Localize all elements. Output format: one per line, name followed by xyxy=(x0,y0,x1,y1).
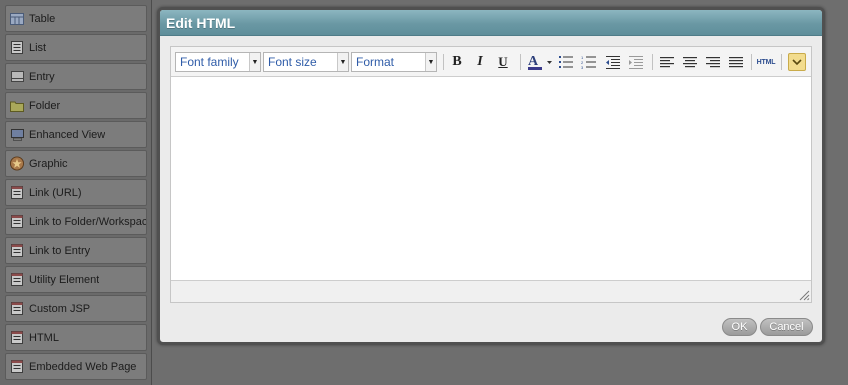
font-family-select[interactable]: Font family ▼ xyxy=(175,52,261,72)
svg-text:A: A xyxy=(528,54,539,69)
align-left-button[interactable] xyxy=(657,52,677,72)
palette-item-folder[interactable]: Folder xyxy=(5,92,147,119)
text-color-button[interactable]: A xyxy=(525,52,555,72)
underline-button[interactable]: U xyxy=(493,52,513,72)
utility-element-icon xyxy=(10,273,24,287)
align-justify-icon xyxy=(729,56,743,67)
ok-button[interactable]: OK xyxy=(722,318,757,336)
entry-icon xyxy=(10,70,24,84)
graphic-icon xyxy=(10,156,24,171)
editor-toolbar: Font family ▼ Font size ▼ Format ▼ B I U xyxy=(171,47,811,77)
palette-item-label: HTML xyxy=(29,331,59,344)
italic-button[interactable]: I xyxy=(470,52,490,72)
indent-button[interactable] xyxy=(626,52,646,72)
link-folder-icon xyxy=(10,215,24,229)
format-select[interactable]: Format ▼ xyxy=(351,52,437,72)
toolbar-separator xyxy=(520,54,521,70)
palette-item-entry[interactable]: Entry xyxy=(5,63,147,90)
align-justify-button[interactable] xyxy=(726,52,746,72)
chevron-down-icon xyxy=(792,58,802,65)
chevron-down-icon: ▼ xyxy=(249,53,260,71)
palette-item-graphic[interactable]: Graphic xyxy=(5,150,147,177)
palette-item-link-entry[interactable]: Link to Entry xyxy=(5,237,147,264)
palette-item-label: List xyxy=(29,41,47,54)
align-center-icon xyxy=(683,56,697,67)
bold-button[interactable]: B xyxy=(447,52,467,72)
underline-label: U xyxy=(498,54,508,69)
bold-label: B xyxy=(452,54,462,69)
palette-item-label: Custom JSP xyxy=(29,302,91,315)
html-element-icon xyxy=(10,331,24,345)
html-source-label: HTML xyxy=(756,58,776,66)
chevron-down-icon: ▼ xyxy=(425,53,436,71)
outdent-icon xyxy=(606,56,620,69)
html-edit-area[interactable] xyxy=(171,78,811,281)
resize-grip-icon[interactable] xyxy=(798,289,810,301)
toolbar-separator xyxy=(781,54,782,70)
palette-item-label: Entry xyxy=(29,70,55,83)
align-right-icon xyxy=(706,56,720,67)
link-url-icon xyxy=(10,186,24,200)
align-center-button[interactable] xyxy=(680,52,700,72)
align-right-button[interactable] xyxy=(703,52,723,72)
palette-item-label: Graphic xyxy=(29,157,68,170)
palette-item-embedded-web-page[interactable]: Embedded Web Page xyxy=(5,353,147,380)
toolbar-separator xyxy=(652,54,653,70)
chevron-down-icon: ▼ xyxy=(337,53,348,71)
html-source-button[interactable]: HTML xyxy=(755,52,777,72)
palette-item-custom-jsp[interactable]: Custom JSP xyxy=(5,295,147,322)
font-size-value: Font size xyxy=(268,55,317,69)
numbered-list-icon: 1 2 3 xyxy=(581,55,596,69)
palette-item-label: Link (URL) xyxy=(29,186,82,199)
embedded-web-page-icon xyxy=(10,360,24,374)
palette-item-label: Link to Folder/Workspace xyxy=(29,215,146,228)
palette-item-enhanced-view[interactable]: Enhanced View xyxy=(5,121,147,148)
palette-item-label: Link to Entry xyxy=(29,244,91,257)
bullet-list-button[interactable] xyxy=(556,52,576,72)
dialog-title: Edit HTML xyxy=(166,14,236,31)
dialog-header[interactable]: Edit HTML xyxy=(160,10,822,36)
toolbar-separator xyxy=(751,54,752,70)
svg-text:3: 3 xyxy=(581,65,584,69)
cancel-button[interactable]: Cancel xyxy=(760,318,813,336)
toolbar-toggle-button[interactable] xyxy=(788,53,806,71)
text-color-icon: A xyxy=(528,54,552,70)
editor-statusbar xyxy=(171,280,811,302)
font-family-value: Font family xyxy=(180,55,239,69)
palette-item-label: Folder xyxy=(29,99,61,112)
folder-icon xyxy=(10,99,24,113)
italic-label: I xyxy=(477,54,483,69)
custom-jsp-icon xyxy=(10,302,24,316)
palette-item-label: Embedded Web Page xyxy=(29,360,137,373)
indent-icon xyxy=(629,56,643,69)
palette-item-html[interactable]: HTML xyxy=(5,324,147,351)
palette-item-label: Enhanced View xyxy=(29,128,106,141)
bullet-list-icon xyxy=(559,56,573,68)
toolbar-separator xyxy=(443,54,444,70)
element-palette: Table List Entry Folder Enhanced View Gr… xyxy=(0,0,152,385)
palette-item-list[interactable]: List xyxy=(5,34,147,61)
edit-html-dialog: Edit HTML Font family ▼ Font size ▼ Form… xyxy=(157,7,825,345)
font-size-select[interactable]: Font size ▼ xyxy=(263,52,349,72)
palette-item-label: Utility Element xyxy=(29,273,100,286)
align-left-icon xyxy=(660,56,674,67)
numbered-list-button[interactable]: 1 2 3 xyxy=(579,52,599,72)
table-icon xyxy=(10,12,24,26)
palette-item-link-folder[interactable]: Link to Folder/Workspace xyxy=(5,208,147,235)
palette-item-table[interactable]: Table xyxy=(5,5,147,32)
link-entry-icon xyxy=(10,244,24,258)
rich-text-editor: Font family ▼ Font size ▼ Format ▼ B I U xyxy=(170,46,812,303)
palette-item-link-url[interactable]: Link (URL) xyxy=(5,179,147,206)
outdent-button[interactable] xyxy=(603,52,623,72)
list-icon xyxy=(10,41,24,55)
palette-item-label: Table xyxy=(29,12,56,25)
format-value: Format xyxy=(356,55,395,69)
palette-item-utility-element[interactable]: Utility Element xyxy=(5,266,147,293)
enhanced-view-icon xyxy=(10,128,24,142)
